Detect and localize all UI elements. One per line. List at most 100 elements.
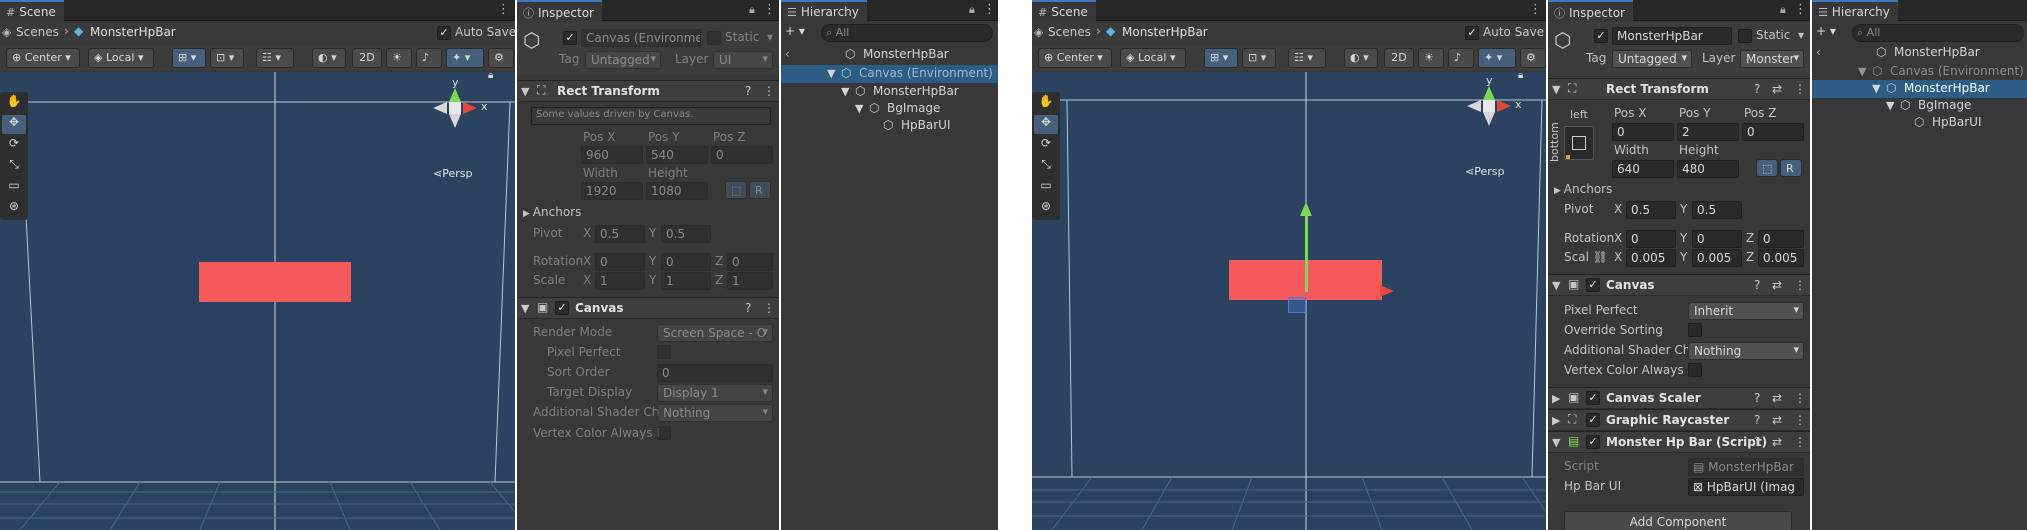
hierarchy-bgimage-item[interactable]: ▼ ⬡ BgImage <box>781 100 998 118</box>
rect-tool-icon[interactable]: ▭ <box>1034 178 1058 197</box>
expand-arrow-icon[interactable]: ▼ <box>1886 99 1894 112</box>
rot-y-field[interactable]: 0 <box>661 253 711 271</box>
gizmos-button[interactable]: ⚙ <box>1520 48 1546 68</box>
vertex-color-checkbox[interactable] <box>1688 363 1702 377</box>
width-field[interactable]: 640 <box>1612 160 1674 178</box>
lighting-toggle[interactable]: ☀ <box>386 48 412 68</box>
lock-icon[interactable]: 🔒︎ <box>488 72 493 81</box>
pixel-perfect-checkbox[interactable] <box>657 345 671 359</box>
raw-edit-button[interactable]: R <box>1780 159 1802 177</box>
kebab-menu-icon[interactable]: ⋮ <box>1794 278 1806 292</box>
anchors-foldout[interactable]: ▶ Anchors <box>1554 182 1612 196</box>
rect-transform-header[interactable]: ▼ ⛶ Rect Transform ? ⇄ ⋮ <box>1548 78 1810 100</box>
scale-x-field[interactable]: 0.005 <box>1626 249 1676 267</box>
pivot-center-dropdown[interactable]: ⊕ Center ▾ <box>1038 48 1112 68</box>
posz-field[interactable]: 0 <box>711 146 773 164</box>
space-local-dropdown[interactable]: ◈ Local ▾ <box>88 48 154 68</box>
expand-arrow-icon[interactable]: ▼ <box>855 102 863 115</box>
scale-y-field[interactable]: 0.005 <box>1692 249 1742 267</box>
canvas-scaler-header[interactable]: ▶ ▣ ✓ Canvas Scaler ? ⇄ ⋮ <box>1548 387 1810 409</box>
kebab-menu-icon[interactable]: ⋮ <box>1794 82 1806 96</box>
snap-increment-button[interactable]: ⊡ ▾ <box>210 48 244 68</box>
pivot-x-field[interactable]: 0.5 <box>1626 201 1676 219</box>
hierarchy-scene-item[interactable]: ‹ ⬡ MonsterHpBar <box>781 46 998 64</box>
draw-mode-button[interactable]: ◐ ▾ <box>1344 48 1378 68</box>
lock-icon[interactable]: 🔒︎ <box>969 3 975 17</box>
audio-toggle[interactable]: ♪ <box>416 48 442 68</box>
grid-plane-button[interactable]: ☷ ▾ <box>256 48 294 68</box>
vertex-color-checkbox[interactable] <box>657 426 671 440</box>
anchor-preset-button[interactable] <box>1564 126 1594 160</box>
kebab-menu-icon[interactable]: ⋮ <box>1794 391 1806 405</box>
kebab-menu-icon[interactable]: ⋮ <box>1794 2 1807 17</box>
hpbar-ui-field[interactable]: ⊠ HpBarUI (Imag <box>1688 478 1804 496</box>
posx-field[interactable]: 0 <box>1612 123 1674 141</box>
rect-tool-icon[interactable]: ▭ <box>2 178 26 197</box>
rotate-tool-icon[interactable]: ⟳ <box>2 136 26 155</box>
height-field[interactable]: 480 <box>1677 160 1739 178</box>
scene-name[interactable]: MonsterHpBar <box>90 25 176 39</box>
scale-y-field[interactable]: 1 <box>661 272 711 290</box>
override-sorting-checkbox[interactable] <box>1688 323 1702 337</box>
auto-save-checkbox[interactable]: ✓ <box>437 26 451 40</box>
hierarchy-hpbarui-item[interactable]: ⬡ HpBarUI <box>1812 114 2027 132</box>
anchors-foldout[interactable]: ▶ Anchors <box>523 205 581 219</box>
scenes-link[interactable]: Scenes <box>1048 25 1091 39</box>
persp-label[interactable]: ⋖Persp <box>433 167 472 180</box>
gizmos-button[interactable]: ⚙ <box>488 48 514 68</box>
audio-toggle[interactable]: ♪ <box>1448 48 1474 68</box>
move-handle-x-cone[interactable] <box>1380 285 1394 297</box>
pivot-center-dropdown[interactable]: ⊕ Center ▾ <box>6 48 80 68</box>
preset-icon[interactable]: ⇄ <box>1772 435 1782 449</box>
back-arrow-icon[interactable]: ‹ <box>1816 45 1821 59</box>
canvas-scaler-checkbox[interactable]: ✓ <box>1586 391 1600 405</box>
object-name-field[interactable]: Canvas (Environme <box>581 29 701 47</box>
hierarchy-scene-item[interactable]: ‹ ⬡ MonsterHpBar <box>1812 44 2027 62</box>
kebab-menu-icon[interactable]: ⋮ <box>1794 413 1806 427</box>
rot-z-field[interactable]: 0 <box>727 253 773 271</box>
hierarchy-search-input[interactable]: ⌕ All <box>1852 24 2024 42</box>
hand-tool-icon[interactable]: ✋ <box>2 94 26 113</box>
expand-arrow-icon[interactable]: ▼ <box>1858 65 1866 78</box>
rot-y-field[interactable]: 0 <box>1692 230 1742 248</box>
tag-dropdown[interactable]: Untagged <box>1612 50 1692 68</box>
kebab-menu-icon[interactable]: ⋮ <box>1529 2 1542 17</box>
pivot-y-field[interactable]: 0.5 <box>661 225 711 243</box>
script-enabled-checkbox[interactable]: ✓ <box>1586 435 1600 449</box>
rot-x-field[interactable]: 0 <box>1626 230 1676 248</box>
hand-tool-icon[interactable]: ✋ <box>1034 94 1058 113</box>
mode-2d-button[interactable]: 2D <box>352 48 382 68</box>
blueprint-button[interactable]: ⬚ <box>1756 159 1778 177</box>
hierarchy-bgimage-item[interactable]: ▼ ⬡ BgImage <box>1812 97 2027 115</box>
move-handle-xy-plane[interactable] <box>1288 297 1306 313</box>
persp-label[interactable]: ⋖Persp <box>1465 165 1504 178</box>
help-icon[interactable]: ? <box>1754 413 1760 427</box>
back-arrow-icon[interactable]: ‹ <box>785 47 790 61</box>
lock-icon[interactable]: 🔒︎ <box>1780 3 1786 17</box>
preset-icon[interactable]: ⇄ <box>1772 278 1782 292</box>
snap-increment-button[interactable]: ⊡ ▾ <box>1242 48 1276 68</box>
shader-channels-dropdown[interactable]: Nothing <box>657 404 773 422</box>
hierarchy-monster-item[interactable]: ▼ ⬡ MonsterHpBar <box>1812 80 2027 98</box>
canvas-enabled-checkbox[interactable]: ✓ <box>555 301 569 315</box>
kebab-menu-icon[interactable]: ⋮ <box>1794 435 1806 449</box>
expand-arrow-icon[interactable]: ▼ <box>1872 82 1880 95</box>
lighting-toggle[interactable]: ☀ <box>1418 48 1444 68</box>
right-hierarchy-tab[interactable]: ☰ Hierarchy <box>1812 0 1898 21</box>
hierarchy-search-input[interactable]: ⌕ All <box>821 24 993 42</box>
grid-plane-button[interactable]: ☷ ▾ <box>1288 48 1326 68</box>
help-icon[interactable]: ? <box>1754 82 1760 96</box>
help-icon[interactable]: ? <box>1754 278 1760 292</box>
hierarchy-hpbarui-item[interactable]: ⬡ HpBarUI <box>781 117 998 135</box>
right-scene-viewport[interactable]: ✋ ✥ ⟳ ⤡ ▭ ⊛ y x ⋖Persp 🔒︎ <box>1032 72 1546 530</box>
hierarchy-canvas-item[interactable]: ▼ ⬡ Canvas (Environment) <box>781 65 998 83</box>
transform-tool-icon[interactable]: ⊛ <box>2 199 26 218</box>
layer-dropdown[interactable]: Monster <box>1740 50 1804 68</box>
pivot-x-field[interactable]: 0.5 <box>595 225 645 243</box>
left-hierarchy-tab[interactable]: ☰ Hierarchy <box>781 0 867 21</box>
preset-icon[interactable]: ⇄ <box>1772 413 1782 427</box>
help-icon[interactable]: ? <box>1754 435 1760 449</box>
scenes-link[interactable]: Scenes <box>16 25 59 39</box>
help-icon[interactable]: ? <box>745 301 751 315</box>
move-tool-icon[interactable]: ✥ <box>1034 115 1058 134</box>
